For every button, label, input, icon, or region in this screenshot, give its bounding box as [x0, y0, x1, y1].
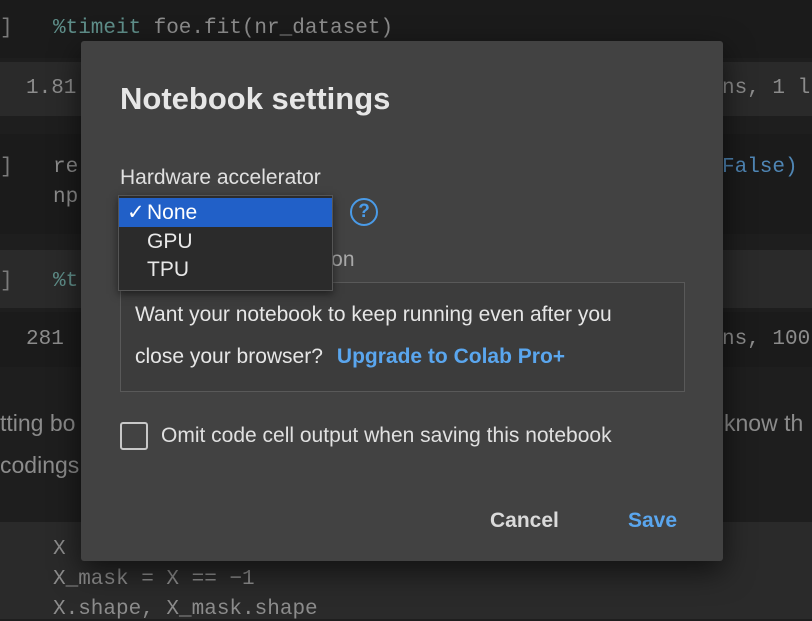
help-icon[interactable]: ?: [350, 198, 378, 226]
promo-text-line2: close your browser? Upgrade to Colab Pro+: [135, 345, 565, 369]
option-label: None: [147, 201, 198, 224]
option-label: GPU: [147, 230, 193, 253]
promo-text: close your browser?: [135, 345, 323, 368]
output-text: ns, 1 l: [722, 77, 811, 100]
option-label: TPU: [147, 258, 189, 281]
cancel-button[interactable]: Cancel: [490, 509, 559, 533]
output-text: 281: [26, 328, 64, 351]
markdown-text: know th: [724, 410, 804, 436]
markdown-text: tting bo: [0, 410, 76, 436]
code-line: re: [53, 156, 79, 179]
cell-prompt: ]: [0, 156, 13, 179]
code-line: foe.fit(nr_dataset): [141, 17, 394, 40]
omit-output-checkbox[interactable]: [120, 422, 148, 450]
cell-prompt: ]: [0, 270, 13, 293]
markdown-text: codings: [0, 452, 80, 478]
upgrade-promo-box: Want your notebook to keep running even …: [120, 282, 685, 392]
dropdown-option-none[interactable]: ✓ None: [119, 198, 332, 227]
code-line: np: [53, 186, 79, 209]
code-magic: %timeit: [53, 17, 142, 40]
hardware-accelerator-label: Hardware accelerator: [120, 166, 321, 189]
output-text: ns, 100: [722, 328, 811, 351]
dropdown-option-tpu[interactable]: TPU: [119, 255, 332, 284]
code-keyword: False): [722, 156, 798, 179]
dropdown-option-gpu[interactable]: GPU: [119, 227, 332, 256]
checkmark-icon: ✓: [127, 201, 145, 224]
upgrade-link[interactable]: Upgrade to Colab Pro+: [337, 345, 565, 368]
cell-prompt: ]: [0, 17, 13, 40]
output-text: 1.81: [26, 77, 77, 100]
hardware-accelerator-dropdown[interactable]: ✓ None GPU TPU: [118, 195, 333, 291]
code-line: X.shape, X_mask.shape: [53, 598, 318, 621]
save-button[interactable]: Save: [628, 509, 677, 533]
code-line: X_mask = X == −1: [53, 568, 255, 591]
code-magic: %t: [53, 270, 79, 293]
dialog-title: Notebook settings: [120, 81, 391, 116]
code-line: X: [53, 538, 66, 561]
notebook-settings-dialog: Notebook settings Hardware accelerator ?…: [81, 41, 723, 561]
promo-text: Want your notebook to keep running even …: [135, 303, 612, 326]
omit-output-label[interactable]: Omit code cell output when saving this n…: [161, 424, 612, 448]
